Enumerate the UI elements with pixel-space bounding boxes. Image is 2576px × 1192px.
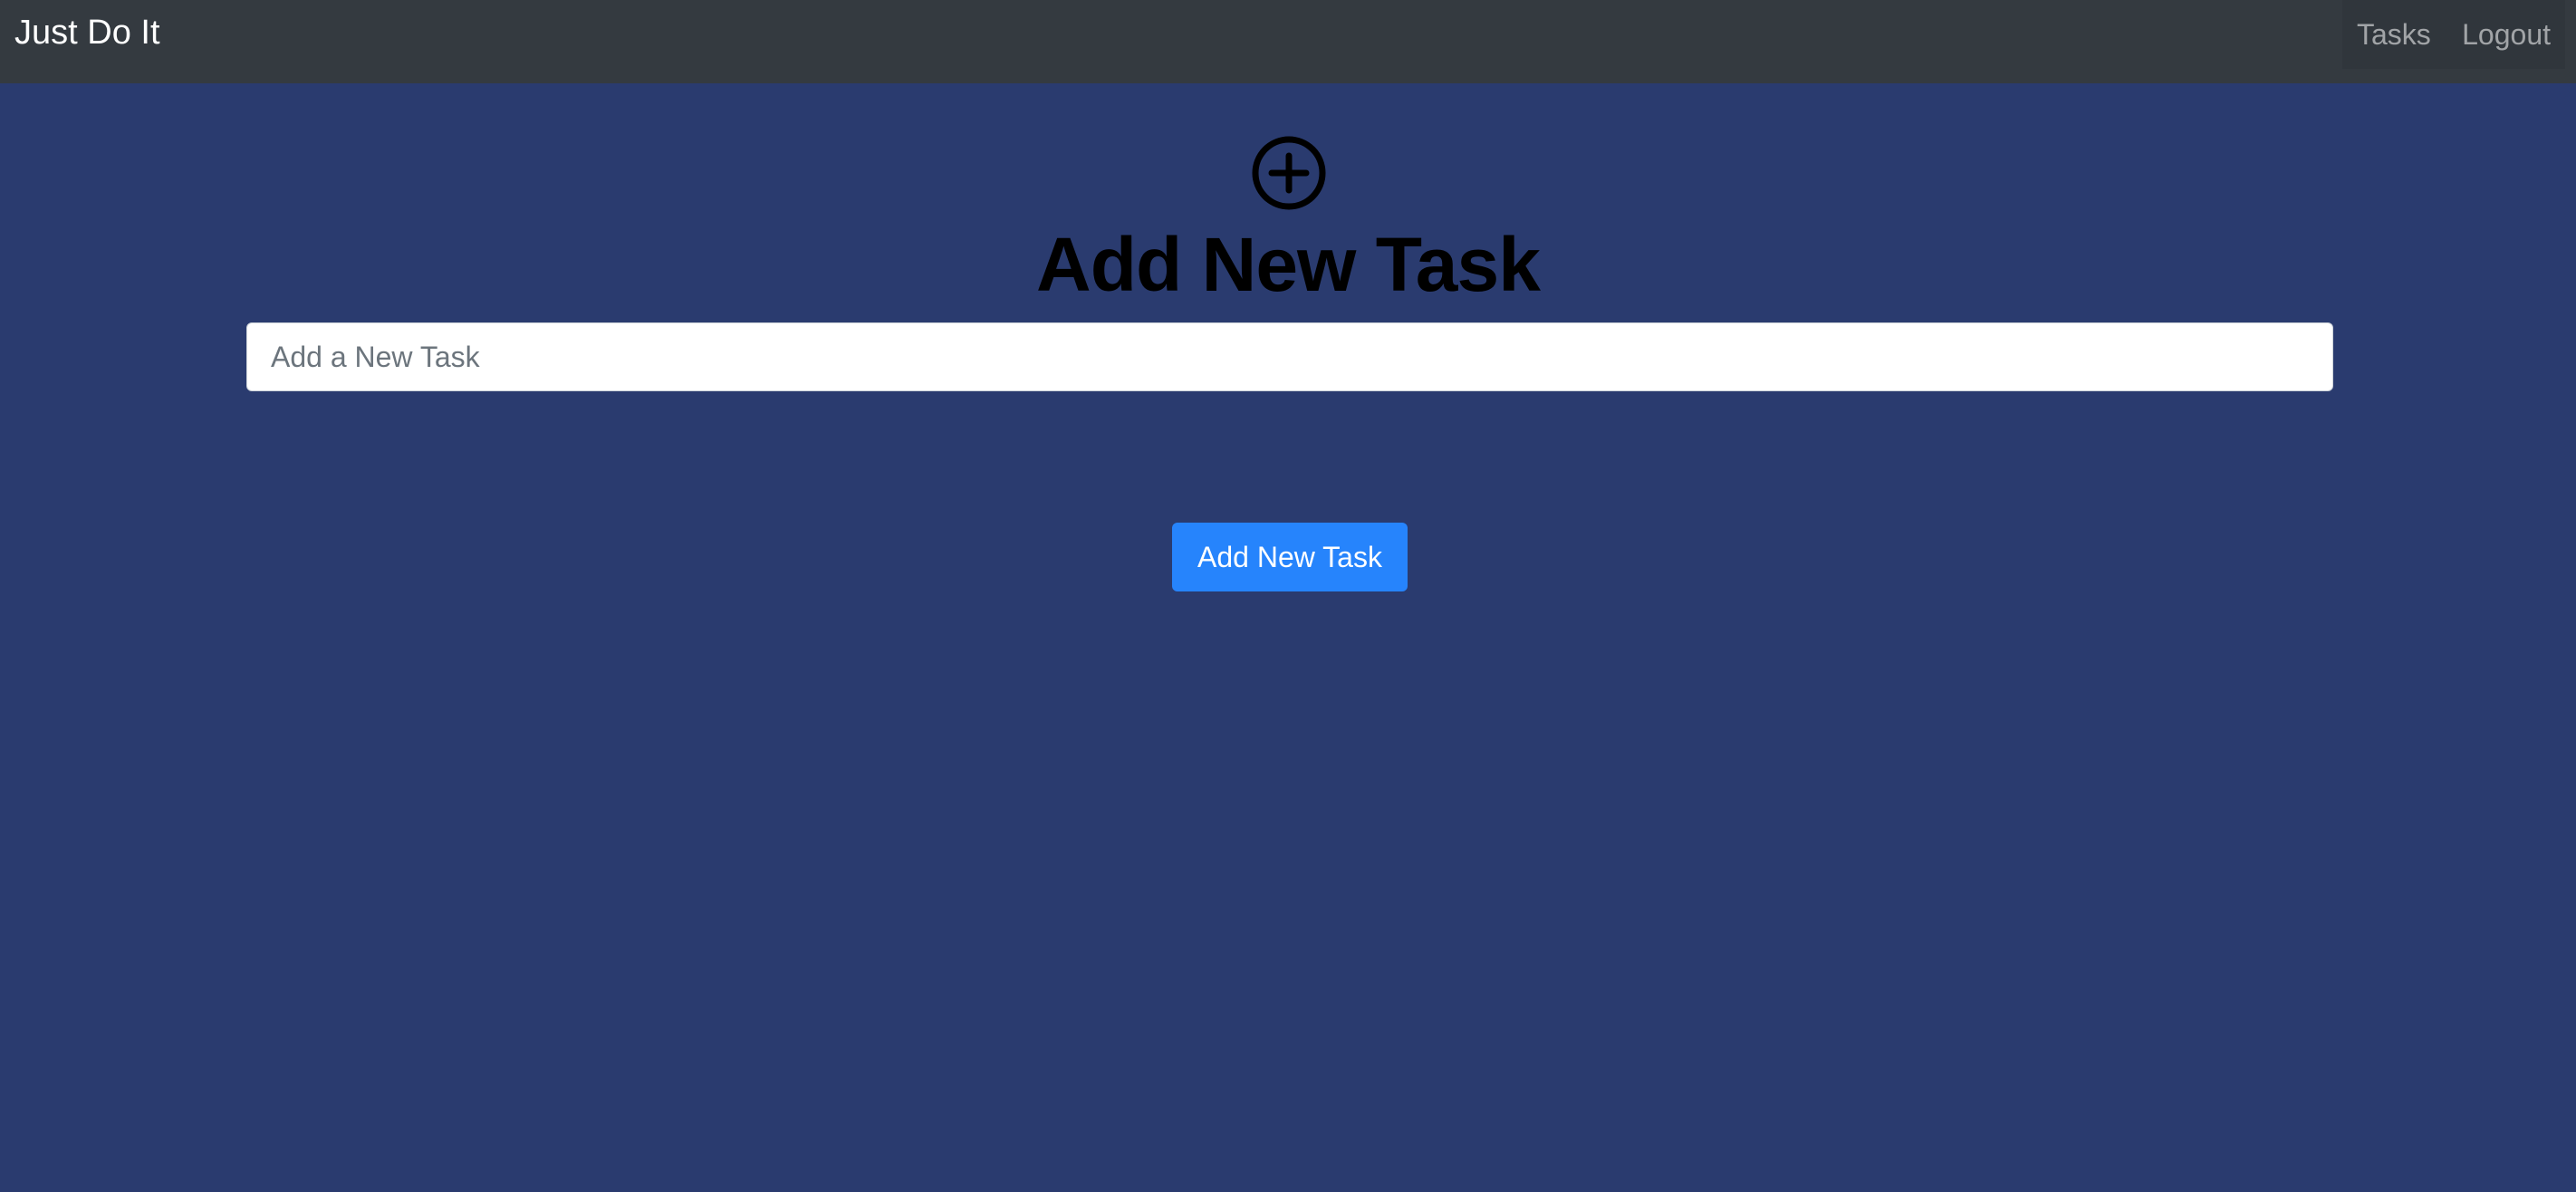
page-title: Add New Task: [1036, 222, 1541, 307]
add-new-task-button[interactable]: Add New Task: [1172, 523, 1408, 591]
nav-link-tasks[interactable]: Tasks: [2357, 18, 2431, 52]
brand-link[interactable]: Just Do It: [14, 13, 160, 53]
new-task-input[interactable]: [246, 322, 2333, 391]
nav-link-logout[interactable]: Logout: [2462, 18, 2551, 52]
nav-links: Tasks Logout: [2342, 0, 2565, 69]
top-navbar: Just Do It Tasks Logout: [0, 0, 2576, 83]
plus-circle-icon: [1252, 136, 1326, 210]
